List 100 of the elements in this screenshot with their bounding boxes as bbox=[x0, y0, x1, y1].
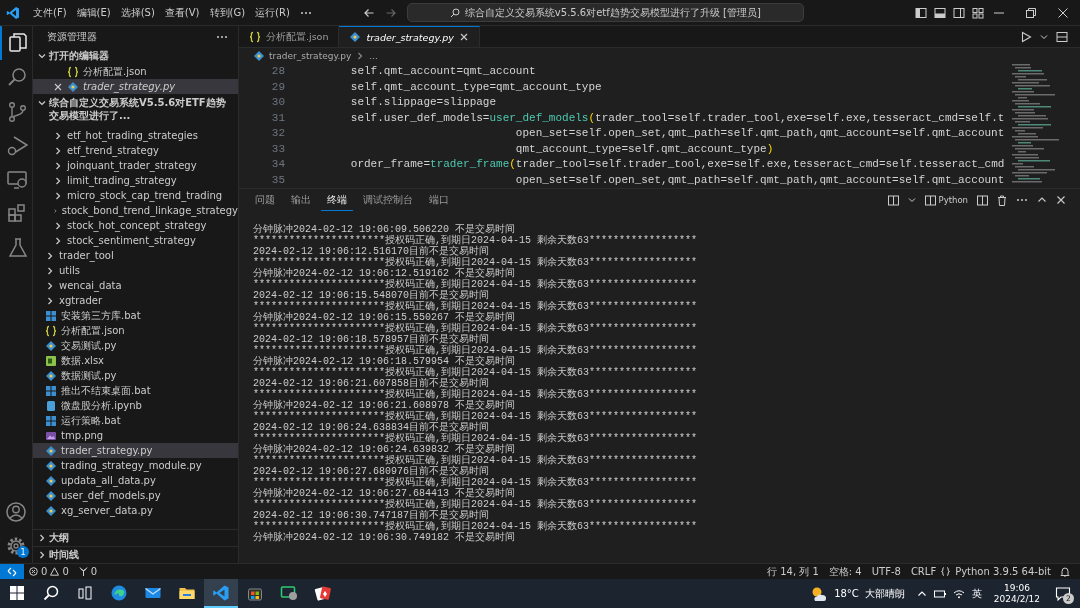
restore-icon[interactable] bbox=[1026, 7, 1036, 18]
remote-button[interactable] bbox=[0, 564, 24, 579]
file-item[interactable]: xg_server_data.py bbox=[33, 503, 238, 518]
primary-sidebar-icon[interactable] bbox=[915, 6, 927, 19]
ports-button[interactable]: 0 bbox=[73, 566, 103, 577]
folder-item[interactable]: micro_stock_cap_trend_trading bbox=[33, 188, 238, 203]
more-icon[interactable] bbox=[1016, 197, 1028, 203]
chevron-icon[interactable] bbox=[53, 160, 63, 171]
taskbar-app-button[interactable] bbox=[204, 579, 238, 608]
folder-item[interactable]: xgtrader bbox=[33, 293, 238, 308]
chevron-icon[interactable] bbox=[45, 250, 55, 261]
menu-item[interactable]: 编辑(E) bbox=[71, 3, 116, 22]
bell-icon[interactable] bbox=[1060, 566, 1070, 577]
more-icon[interactable] bbox=[216, 34, 228, 40]
settings-icon[interactable] bbox=[5, 535, 27, 557]
section-header[interactable]: 打开的编辑器 bbox=[33, 48, 238, 64]
file-item[interactable]: 数据测试.py bbox=[33, 368, 238, 383]
section-header[interactable]: 大纲 bbox=[33, 529, 238, 546]
close-icon[interactable] bbox=[459, 32, 469, 42]
status-item[interactable]: CRLF bbox=[905, 566, 942, 577]
panel-tab[interactable]: 调试控制台 bbox=[357, 189, 419, 211]
editor-tab[interactable]: trader_strategy.py bbox=[339, 26, 480, 47]
folder-item[interactable]: etf_trend_strategy bbox=[33, 143, 238, 158]
secondary-sidebar-icon[interactable] bbox=[953, 6, 965, 19]
wifi-icon[interactable] bbox=[952, 588, 965, 599]
chevron-icon[interactable] bbox=[37, 98, 47, 108]
file-item[interactable]: trading_strategy_module.py bbox=[33, 458, 238, 473]
search-icon[interactable] bbox=[43, 584, 59, 601]
dropdown-chevron-icon[interactable] bbox=[1040, 32, 1048, 41]
status-item[interactable]: Python 3.9.5 64-bit bbox=[950, 566, 1056, 577]
clock[interactable]: 19:06 2024/2/12 bbox=[993, 582, 1040, 605]
panel-tab[interactable]: 输出 bbox=[285, 189, 317, 211]
chevron-icon[interactable] bbox=[53, 175, 63, 186]
menu-item[interactable]: 查看(V) bbox=[159, 3, 205, 22]
layout-icon[interactable] bbox=[972, 6, 984, 19]
breadcrumb-item[interactable]: trader_strategy.py bbox=[269, 51, 352, 61]
folder-item[interactable]: utils bbox=[33, 263, 238, 278]
notification-icon[interactable] bbox=[1055, 585, 1071, 602]
file-item[interactable]: trader_strategy.py bbox=[33, 443, 238, 458]
close-icon[interactable] bbox=[1056, 195, 1066, 205]
breadcrumb-item[interactable]: ... bbox=[369, 51, 378, 61]
close-icon[interactable] bbox=[53, 81, 63, 92]
problems-button[interactable]: 0 0 bbox=[24, 566, 74, 577]
chevron-icon[interactable] bbox=[37, 51, 47, 61]
dropdown-chevron-icon[interactable] bbox=[907, 196, 916, 204]
panel-tab[interactable]: 端口 bbox=[423, 189, 455, 211]
close-icon[interactable] bbox=[1058, 7, 1068, 18]
file-item[interactable]: 安装第三方库.bat bbox=[33, 308, 238, 323]
panel-tab[interactable]: 终端 bbox=[321, 189, 353, 211]
file-item[interactable]: 推出不结束桌面.bat bbox=[33, 383, 238, 398]
panel-layout-icon[interactable] bbox=[887, 194, 899, 206]
chevron-icon[interactable] bbox=[45, 265, 55, 276]
trash-icon[interactable] bbox=[997, 194, 1007, 206]
forward-arrow-icon[interactable] bbox=[384, 6, 397, 19]
menu-item[interactable]: 文件(F) bbox=[28, 3, 72, 22]
terminal-selector[interactable]: Python bbox=[924, 194, 968, 206]
file-item[interactable]: 交易测试.py bbox=[33, 338, 238, 353]
file-item[interactable]: 微盘股分析.ipynb bbox=[33, 398, 238, 413]
chevron-icon[interactable] bbox=[45, 295, 55, 306]
account-icon[interactable] bbox=[5, 501, 27, 523]
folder-item[interactable]: etf_hot_trading_strategies bbox=[33, 128, 238, 143]
command-center[interactable]: 综合自定义交易系统v5.5.6对etf趋势交易模型进行了升级 [管理员] bbox=[406, 3, 804, 22]
task-view-icon[interactable] bbox=[77, 584, 93, 601]
folder-item[interactable]: stock_bond_trend_linkage_strategy bbox=[33, 203, 238, 218]
status-item[interactable]: 行 14, 列 1 bbox=[762, 564, 824, 579]
folder-item[interactable]: stock_sentiment_strategy bbox=[33, 233, 238, 248]
menu-item[interactable]: 选择(S) bbox=[115, 3, 160, 22]
chevron-icon[interactable] bbox=[53, 220, 63, 231]
open-editor-item[interactable]: 分析配置.json bbox=[33, 64, 238, 79]
file-item[interactable]: updata_all_data.py bbox=[33, 473, 238, 488]
weather-icon[interactable] bbox=[810, 585, 829, 602]
folder-item[interactable]: wencai_data bbox=[33, 278, 238, 293]
menu-item[interactable]: 转到(G) bbox=[204, 3, 251, 22]
folder-item[interactable]: trader_tool bbox=[33, 248, 238, 263]
panel-toggle-icon[interactable] bbox=[934, 6, 946, 19]
battery-icon[interactable] bbox=[933, 588, 946, 599]
file-item[interactable]: 运行策略.bat bbox=[33, 413, 238, 428]
split-editor-icon[interactable] bbox=[1056, 30, 1068, 43]
chevron-icon[interactable] bbox=[53, 145, 63, 156]
file-item[interactable]: 数据.xlsx bbox=[33, 353, 238, 368]
status-item[interactable]: UTF-8 bbox=[866, 566, 906, 577]
folder-item[interactable]: joinquant_trader_strategy bbox=[33, 158, 238, 173]
folder-item[interactable]: limit_trading_strategy bbox=[33, 173, 238, 188]
chevron-icon[interactable] bbox=[53, 130, 63, 141]
open-editor-item[interactable]: trader_strategy.py bbox=[33, 79, 238, 94]
file-item[interactable]: user_def_models.py bbox=[33, 488, 238, 503]
section-header[interactable]: 综合自定义交易系统V5.5.6对ETF趋势交易模型进行了... bbox=[33, 94, 238, 124]
menu-item[interactable]: 运行(R) bbox=[250, 3, 295, 22]
file-item[interactable]: tmp.png bbox=[33, 428, 238, 443]
run-icon[interactable] bbox=[1020, 30, 1032, 43]
chevron-icon[interactable] bbox=[45, 280, 55, 291]
input-method[interactable]: 英 bbox=[971, 586, 982, 601]
status-item[interactable]: 空格: 4 bbox=[823, 564, 867, 579]
panel-tab[interactable]: 问题 bbox=[249, 189, 281, 211]
chevron-icon[interactable] bbox=[53, 190, 63, 201]
folder-item[interactable]: stock_hot_concept_strategy bbox=[33, 218, 238, 233]
split-terminal-icon[interactable] bbox=[977, 194, 988, 206]
back-arrow-icon[interactable] bbox=[362, 6, 375, 19]
chevron-icon[interactable] bbox=[53, 235, 63, 246]
file-item[interactable]: 分析配置.json bbox=[33, 323, 238, 338]
